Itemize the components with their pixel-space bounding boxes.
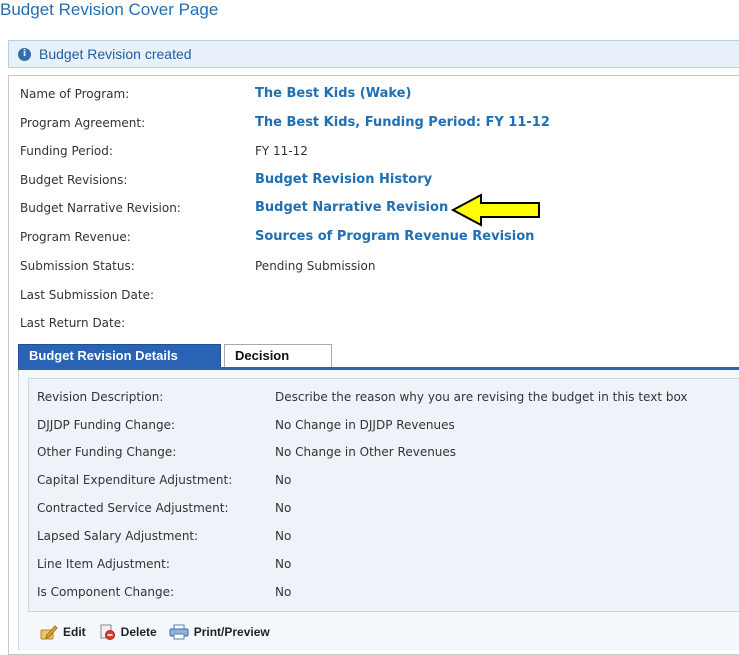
page-title: Budget Revision Cover Page xyxy=(0,0,219,19)
edit-label: Edit xyxy=(63,625,86,639)
status-message-text: Budget Revision created xyxy=(39,46,192,62)
budget-narrative-revision-link[interactable]: Budget Narrative Revision xyxy=(255,198,448,218)
delete-label: Delete xyxy=(120,625,157,639)
pencil-icon xyxy=(40,625,58,640)
detail-value: No Change in Other Revenues xyxy=(275,445,457,459)
detail-value: No xyxy=(275,501,292,515)
field-label: Name of Program: xyxy=(20,87,130,101)
detail-label: Lapsed Salary Adjustment: xyxy=(37,529,199,543)
print-preview-label: Print/Preview xyxy=(193,625,270,639)
detail-label: Line Item Adjustment: xyxy=(37,557,170,571)
detail-value: No Change in DJJDP Revenues xyxy=(275,418,455,432)
printer-icon xyxy=(169,624,189,640)
detail-label: DJJDP Funding Change: xyxy=(37,418,176,432)
detail-value: No xyxy=(275,473,292,487)
detail-value: No xyxy=(275,529,292,543)
submission-status-value: Pending Submission xyxy=(255,259,376,273)
status-message: i Budget Revision created xyxy=(8,40,739,68)
program-name-link[interactable]: The Best Kids (Wake) xyxy=(255,84,411,104)
field-label: Last Submission Date: xyxy=(20,288,154,302)
program-revenue-link[interactable]: Sources of Program Revenue Revision xyxy=(255,227,534,247)
field-label: Program Agreement: xyxy=(20,116,146,130)
print-preview-button[interactable]: Print/Preview xyxy=(169,624,270,640)
detail-label: Contracted Service Adjustment: xyxy=(37,501,229,515)
field-label: Funding Period: xyxy=(20,144,113,158)
info-icon: i xyxy=(18,47,31,61)
tab-decision[interactable]: Decision xyxy=(224,344,332,368)
tab-budget-revision-details[interactable]: Budget Revision Details xyxy=(18,344,221,368)
detail-label: Revision Description: xyxy=(37,390,164,404)
field-label: Program Revenue: xyxy=(20,230,131,244)
detail-value: Describe the reason why you are revising… xyxy=(275,390,688,404)
delete-button[interactable]: Delete xyxy=(98,624,157,640)
detail-value: No xyxy=(275,557,292,571)
detail-label: Other Funding Change: xyxy=(37,445,177,459)
annotation-arrow-icon xyxy=(451,193,540,227)
delete-icon xyxy=(100,624,115,640)
edit-button[interactable]: Edit xyxy=(40,624,86,640)
program-agreement-link[interactable]: The Best Kids, Funding Period: FY 11-12 xyxy=(255,113,550,133)
field-label: Last Return Date: xyxy=(20,316,126,330)
action-toolbar: Edit Delete Print/Preview xyxy=(28,618,739,646)
field-label: Budget Revisions: xyxy=(20,173,128,187)
budget-revision-history-link[interactable]: Budget Revision History xyxy=(255,170,432,190)
field-label: Budget Narrative Revision: xyxy=(20,201,181,215)
field-label: Submission Status: xyxy=(20,259,135,273)
funding-period-value: FY 11-12 xyxy=(255,144,308,158)
detail-label: Is Component Change: xyxy=(37,585,175,599)
detail-label: Capital Expenditure Adjustment: xyxy=(37,473,233,487)
detail-value: No xyxy=(275,585,292,599)
